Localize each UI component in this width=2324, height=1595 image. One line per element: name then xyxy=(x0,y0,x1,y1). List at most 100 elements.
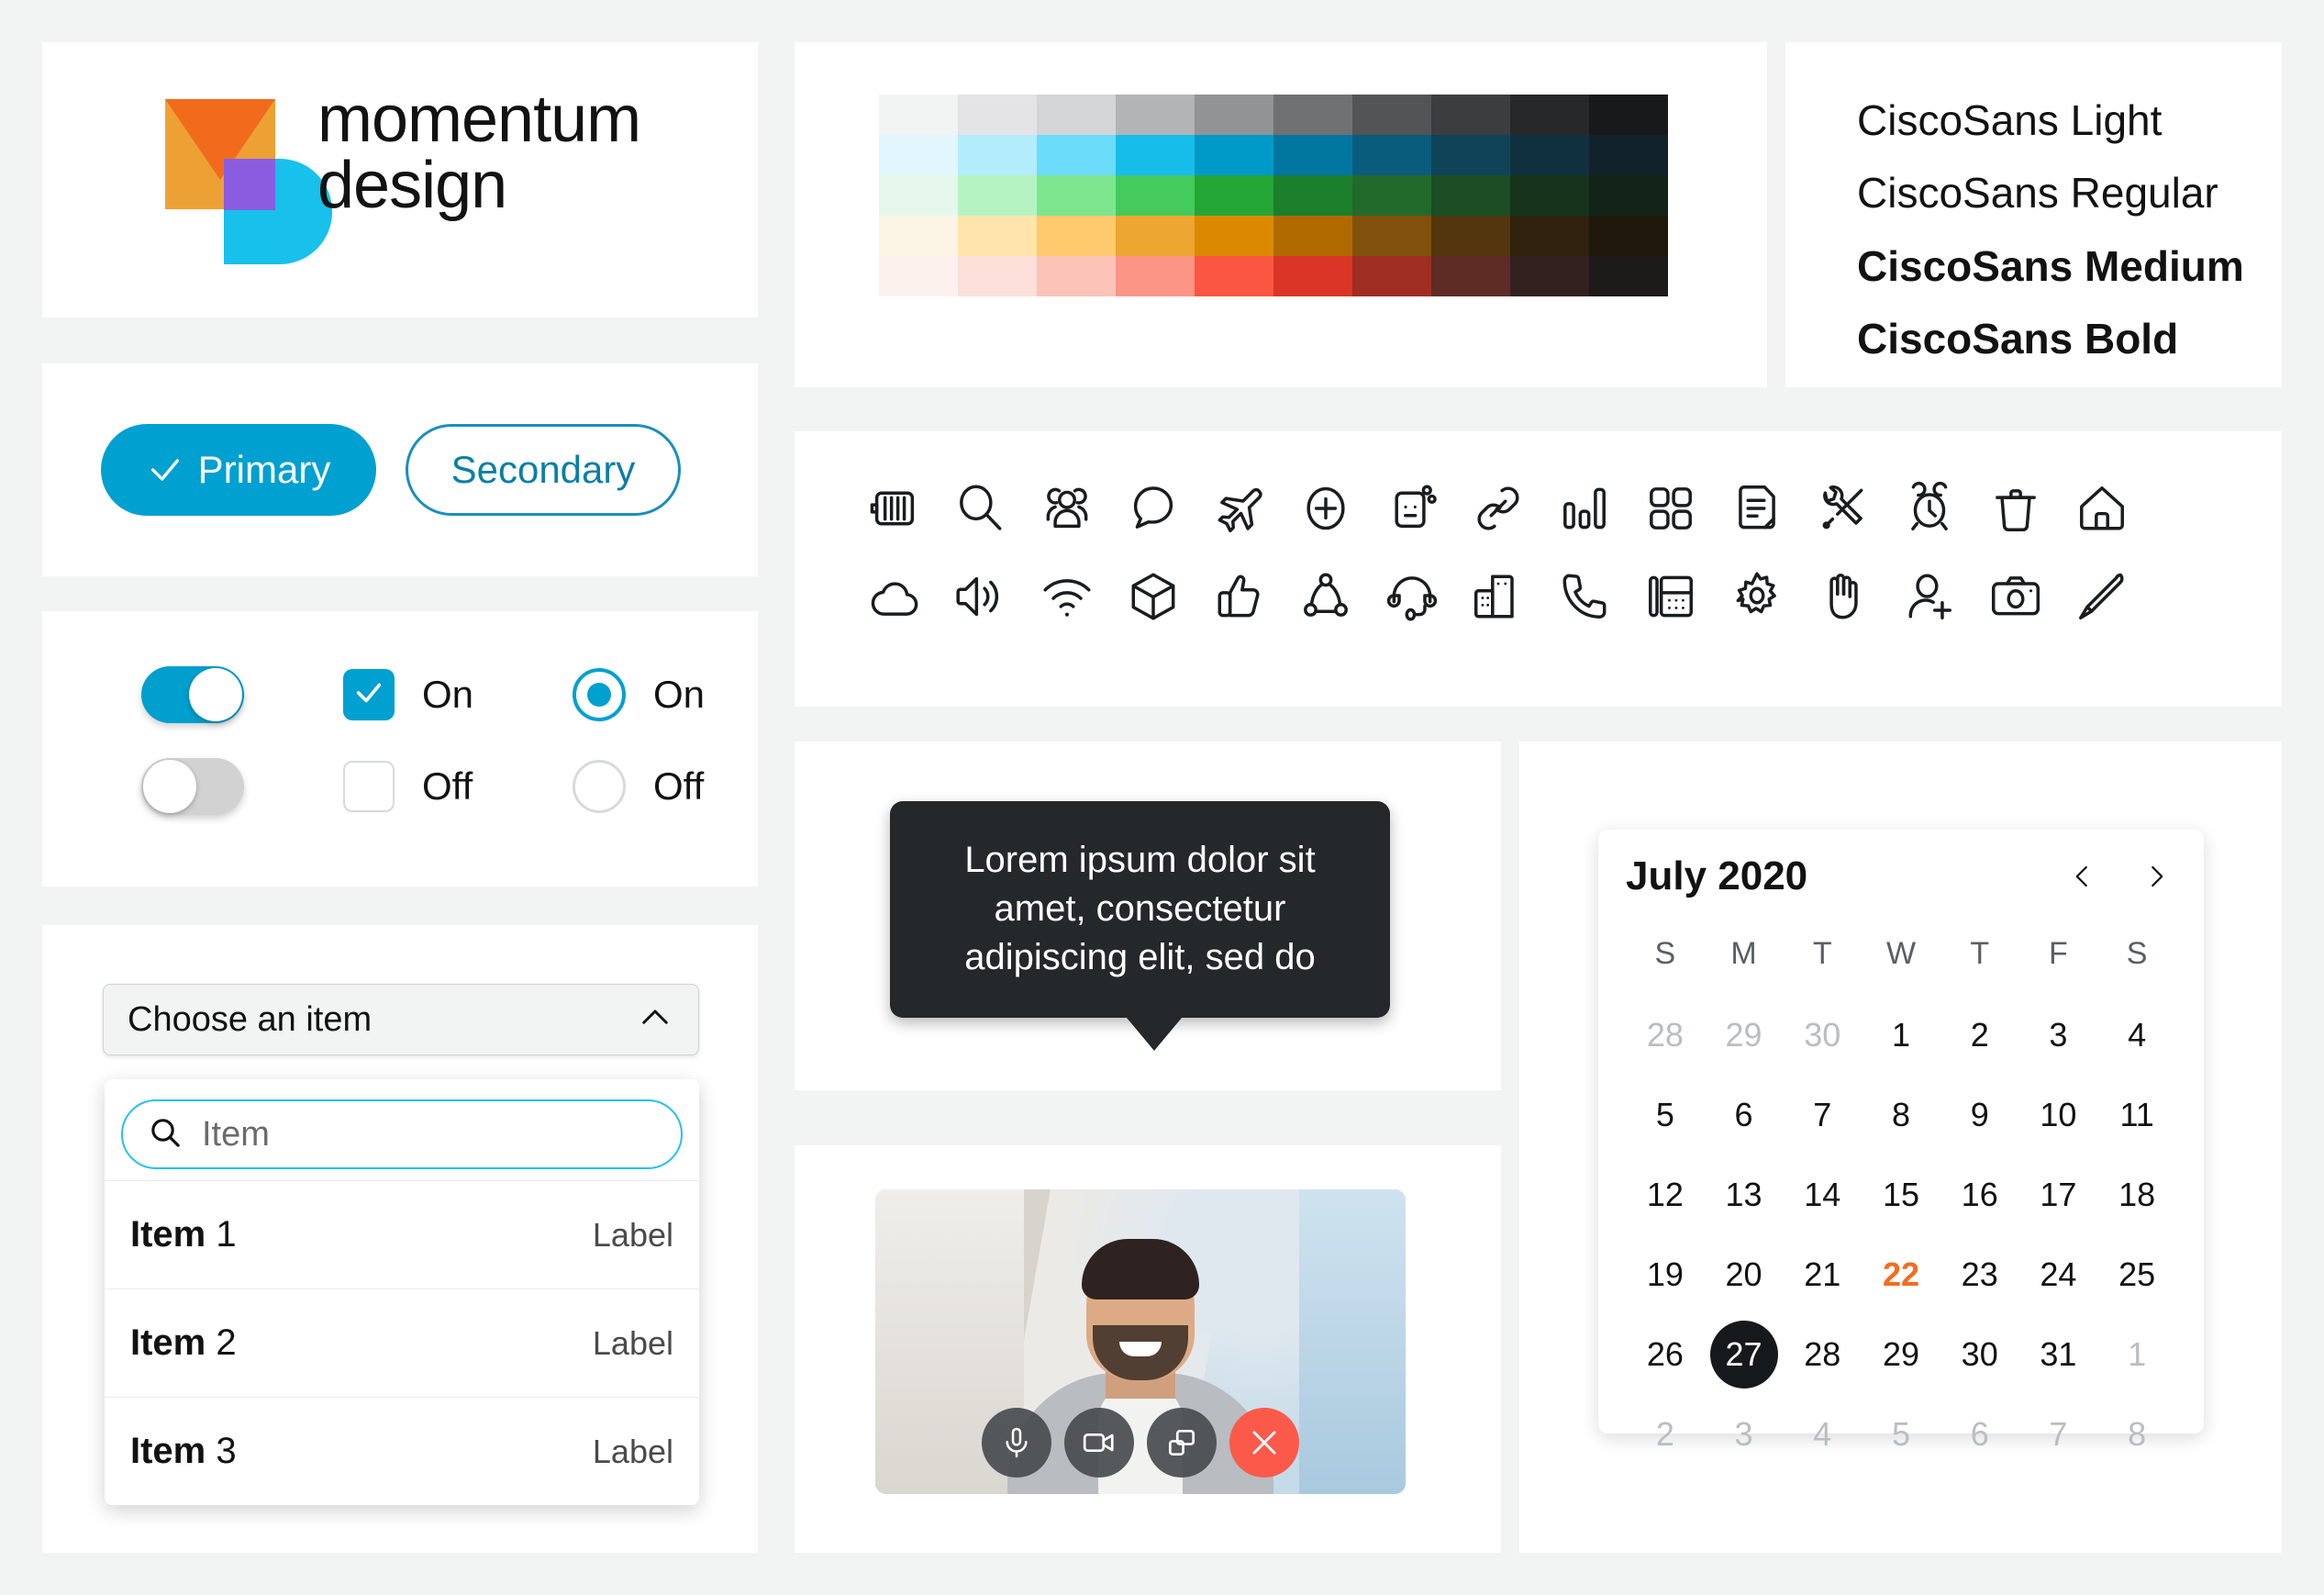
calendar-day-cell[interactable]: 3 xyxy=(2019,996,2098,1074)
calendar-day-cell[interactable]: 11 xyxy=(2097,1076,2176,1154)
list-item[interactable]: Item 2 Label xyxy=(105,1288,699,1397)
alarm-clock-icon-cell[interactable] xyxy=(1886,464,1973,552)
pencil-icon-cell[interactable] xyxy=(2059,552,2145,641)
calendar-day-cell[interactable]: 15 xyxy=(1862,1155,1940,1233)
list-item[interactable]: Item 3 Label xyxy=(105,1397,699,1505)
prev-month-button[interactable] xyxy=(2063,856,2103,897)
tools-icon-cell[interactable] xyxy=(1800,464,1886,552)
calendar-day-cell[interactable]: 26 xyxy=(1626,1315,1705,1393)
calendar-day-cell[interactable]: 4 xyxy=(2097,996,2176,1074)
calendar-day-cell[interactable]: 12 xyxy=(1626,1155,1705,1233)
calendar-day-cell[interactable]: 31 xyxy=(2019,1315,2098,1393)
primary-button[interactable]: Primary xyxy=(101,424,376,516)
toggle-switch-on[interactable] xyxy=(141,666,244,723)
color-swatch-red-1 xyxy=(958,256,1037,296)
calendar-day-cell[interactable]: 2 xyxy=(1940,996,2019,1074)
building-icon-cell[interactable] xyxy=(1455,552,1541,641)
calendar-day-cell[interactable]: 24 xyxy=(2019,1235,2098,1313)
add-person-icon-cell[interactable] xyxy=(1886,552,1973,641)
calendar-day-cell[interactable]: 16 xyxy=(1940,1155,2019,1233)
radio-selected[interactable] xyxy=(573,668,626,721)
gear-icon-cell[interactable] xyxy=(1714,552,1800,641)
calendar-day-cell[interactable]: 8 xyxy=(1862,1076,1940,1154)
radio-unselected[interactable] xyxy=(573,760,626,813)
checkbox-unchecked[interactable] xyxy=(343,761,395,812)
select-trigger[interactable]: Choose an item xyxy=(103,984,699,1055)
list-item[interactable]: Item 1 Label xyxy=(105,1180,699,1288)
calendar-day-cell[interactable]: 27 xyxy=(1705,1315,1784,1393)
camera-button[interactable] xyxy=(1064,1408,1134,1478)
calendar-day-cell[interactable]: 7 xyxy=(1783,1076,1862,1154)
raise-hand-icon-cell[interactable] xyxy=(1800,552,1886,641)
briefcase-icon-cell[interactable] xyxy=(851,464,938,552)
calendar-day-cell[interactable]: 10 xyxy=(2019,1076,2098,1154)
calendar-day-cell[interactable]: 20 xyxy=(1705,1235,1784,1313)
calendar-day-cell[interactable]: 2 xyxy=(1626,1395,1705,1473)
dropdown-menu: Item Item 1 Label Item 2 Label Item 3 La… xyxy=(105,1079,699,1505)
color-swatch-red-5 xyxy=(1273,256,1352,296)
volume-icon-cell[interactable] xyxy=(938,552,1024,641)
toggle-switch-off[interactable] xyxy=(141,758,244,815)
phone-handset-icon-cell[interactable] xyxy=(1541,552,1628,641)
calendar-day-cell[interactable]: 22 xyxy=(1862,1235,1940,1313)
calendar-day-cell[interactable]: 23 xyxy=(1940,1235,2019,1313)
calendar-day-cell[interactable]: 8 xyxy=(2097,1395,2176,1473)
search-icon-cell[interactable] xyxy=(938,464,1024,552)
headset-icon-cell[interactable] xyxy=(1369,552,1455,641)
calendar-day-cell[interactable]: 9 xyxy=(1940,1076,2019,1154)
close-icon xyxy=(1247,1425,1282,1460)
airplane-icon-cell[interactable] xyxy=(1196,464,1283,552)
volume-icon xyxy=(952,568,1009,625)
calendar-day-cell[interactable]: 1 xyxy=(1862,996,1940,1074)
calendar-day-cell[interactable]: 4 xyxy=(1783,1395,1862,1473)
calendar-day-cell[interactable]: 5 xyxy=(1626,1076,1705,1154)
chat-bubble-icon-cell[interactable] xyxy=(1110,464,1196,552)
calendar-day-cell[interactable]: 29 xyxy=(1862,1315,1940,1393)
wifi-icon-cell[interactable] xyxy=(1024,552,1110,641)
calendar-day-cell[interactable]: 17 xyxy=(2019,1155,2098,1233)
bar-chart-icon-cell[interactable] xyxy=(1541,464,1628,552)
thumbs-up-icon-cell[interactable] xyxy=(1196,552,1283,641)
calendar-day-cell[interactable]: 30 xyxy=(1783,996,1862,1074)
grid-apps-icon-cell[interactable] xyxy=(1628,464,1714,552)
calendar-day-cell[interactable]: 1 xyxy=(2097,1315,2176,1393)
check-icon xyxy=(353,677,384,713)
plus-circle-icon-cell[interactable] xyxy=(1283,464,1369,552)
calendar-day-cell[interactable]: 13 xyxy=(1705,1155,1784,1233)
calendar-day-cell[interactable]: 19 xyxy=(1626,1235,1705,1313)
calendar-day-cell[interactable]: 6 xyxy=(1940,1395,2019,1473)
calendar-day-cell[interactable]: 6 xyxy=(1705,1076,1784,1154)
calendar-day-cell[interactable]: 29 xyxy=(1705,996,1784,1074)
cube-icon-cell[interactable] xyxy=(1110,552,1196,641)
share-screen-button[interactable] xyxy=(1147,1408,1217,1478)
calendar-day-cell[interactable]: 3 xyxy=(1705,1395,1784,1473)
share-network-icon-cell[interactable] xyxy=(1283,552,1369,641)
microphone-button[interactable] xyxy=(982,1408,1051,1478)
document-icon-cell[interactable] xyxy=(1714,464,1800,552)
calendar-day-header-1: M xyxy=(1730,936,1757,971)
calendar-day-cell[interactable]: 28 xyxy=(1783,1315,1862,1393)
calendar-day-cell[interactable]: 21 xyxy=(1783,1235,1862,1313)
calendar-day-cell[interactable]: 25 xyxy=(2097,1235,2176,1313)
calendar-day-cell[interactable]: 28 xyxy=(1626,996,1705,1074)
calendar-day-cell[interactable]: 30 xyxy=(1940,1315,2019,1393)
checkbox-checked[interactable] xyxy=(343,669,395,720)
link-icon-cell[interactable] xyxy=(1455,464,1541,552)
calendar-day-cell[interactable]: 14 xyxy=(1783,1155,1862,1233)
trash-icon-cell[interactable] xyxy=(1973,464,2059,552)
people-group-icon-cell[interactable] xyxy=(1024,464,1110,552)
search-input[interactable]: Item xyxy=(121,1099,683,1169)
buttons-card: Primary Secondary xyxy=(42,363,758,576)
secondary-button[interactable]: Secondary xyxy=(406,424,681,516)
desk-phone-icon-cell[interactable] xyxy=(1628,552,1714,641)
calendar-day-cell[interactable]: 18 xyxy=(2097,1155,2176,1233)
device-robot-icon-cell[interactable] xyxy=(1369,464,1455,552)
end-call-button[interactable] xyxy=(1229,1408,1299,1478)
camera-icon-cell[interactable] xyxy=(1973,552,2059,641)
home-icon-cell[interactable] xyxy=(2059,464,2145,552)
cloud-icon-cell[interactable] xyxy=(851,552,938,641)
calendar-day-cell[interactable]: 5 xyxy=(1862,1395,1940,1473)
calendar-day-cell[interactable]: 7 xyxy=(2019,1395,2098,1473)
next-month-button[interactable] xyxy=(2136,856,2176,897)
color-swatch-blue-7 xyxy=(1431,135,1510,175)
